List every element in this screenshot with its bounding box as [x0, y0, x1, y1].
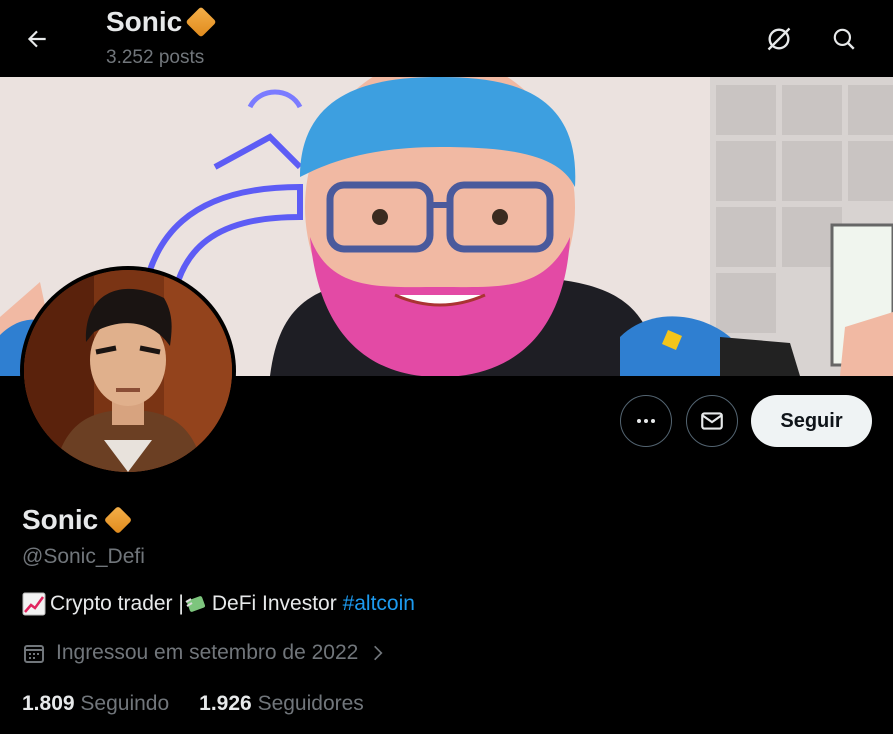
follow-button[interactable]: Seguir	[751, 395, 872, 447]
back-button[interactable]	[18, 20, 56, 58]
avatar-image	[24, 270, 232, 472]
mail-icon	[701, 412, 723, 430]
chevron-right-icon[interactable]	[368, 643, 388, 663]
header-name: Sonic	[106, 6, 183, 37]
profile-avatar[interactable]	[20, 266, 236, 476]
ellipsis-icon	[637, 419, 655, 423]
more-options-button[interactable]	[620, 395, 672, 447]
following-stat[interactable]: 1.809 Seguindo	[22, 692, 169, 716]
joined-date: Ingressou em setembro de 2022	[22, 641, 388, 665]
search-icon	[833, 28, 855, 50]
message-button[interactable]	[686, 395, 738, 447]
search-button[interactable]	[825, 20, 863, 58]
followers-stat[interactable]: 1.926 Seguidores	[199, 692, 364, 716]
following-label: Seguindo	[80, 692, 170, 715]
profile-bio: Crypto trader | DeFi Investor #altcoin	[22, 592, 415, 616]
joined-text[interactable]: Ingressou em setembro de 2022	[56, 641, 358, 665]
posts-count: 3.252 posts	[106, 47, 205, 68]
follow-stats: 1.809 Seguindo 1.926 Seguidores	[22, 692, 364, 716]
verified-diamond-icon	[185, 6, 217, 38]
chart-increasing-icon	[22, 592, 46, 616]
calendar-icon	[24, 645, 44, 663]
profile-handle: @Sonic_Defi	[22, 545, 145, 568]
top-bar: Sonic 3.252 posts	[0, 0, 893, 77]
bio-text-1: Crypto trader |	[50, 592, 184, 615]
following-count: 1.809	[22, 692, 75, 715]
display-name: Sonic	[22, 504, 99, 535]
money-with-wings-icon	[185, 596, 205, 612]
bio-text-2: DeFi Investor	[211, 592, 337, 615]
verified-diamond-icon[interactable]	[104, 505, 133, 535]
profile-name-row: Sonic	[22, 504, 133, 536]
hashtag-link[interactable]: #altcoin	[343, 592, 415, 616]
grok-icon	[767, 27, 791, 51]
followers-label: Seguidores	[257, 692, 364, 715]
followers-count: 1.926	[199, 692, 252, 715]
grok-button[interactable]	[760, 20, 798, 58]
header-title: Sonic	[106, 6, 217, 38]
arrow-left-icon	[27, 30, 46, 48]
